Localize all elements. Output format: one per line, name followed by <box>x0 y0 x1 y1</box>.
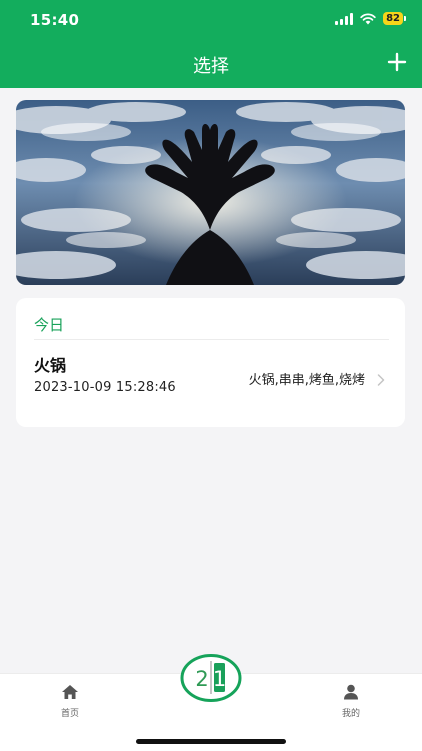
wifi-icon <box>360 12 376 24</box>
record-tags: 火锅,串串,烤鱼,烧烤 <box>248 373 365 388</box>
banner-image <box>16 100 405 285</box>
center-digit-left: 2 <box>195 667 208 691</box>
tab-home-label: 首页 <box>60 709 79 719</box>
status-time: 15:40 <box>30 11 80 29</box>
chevron-right-icon <box>377 374 385 386</box>
list-item[interactable]: 火锅 2023-10-09 15:28:46 火锅,串串,烤鱼,烧烤 <box>16 341 405 427</box>
records-card: 今日 火锅 2023-10-09 15:28:46 火锅,串串,烤鱼,烧烤 <box>16 298 405 427</box>
home-indicator <box>136 739 286 744</box>
home-icon <box>62 685 78 699</box>
dice-icon: 2 1 <box>180 654 242 702</box>
app-header: 15:40 82 选择 <box>0 0 422 88</box>
user-icon <box>344 684 358 700</box>
plus-icon <box>387 52 407 72</box>
signal-icon <box>335 12 354 25</box>
add-button[interactable] <box>386 50 408 74</box>
center-digit-right: 1 <box>213 667 226 691</box>
center-action-button[interactable]: 2 1 <box>180 654 242 702</box>
tab-mine[interactable]: 我的 <box>321 684 381 719</box>
sky-hands-photo <box>16 100 405 285</box>
battery-icon: 82 <box>383 12 406 25</box>
battery-level: 82 <box>383 12 403 25</box>
record-title: 火锅 <box>34 356 67 375</box>
tab-home[interactable]: 首页 <box>40 684 100 719</box>
page-title: 选择 <box>193 56 229 77</box>
divider <box>34 339 389 340</box>
record-time: 2023-10-09 15:28:46 <box>34 380 176 395</box>
status-icons: 82 <box>335 12 406 25</box>
tab-mine-label: 我的 <box>341 709 360 719</box>
section-title-today: 今日 <box>34 316 65 334</box>
